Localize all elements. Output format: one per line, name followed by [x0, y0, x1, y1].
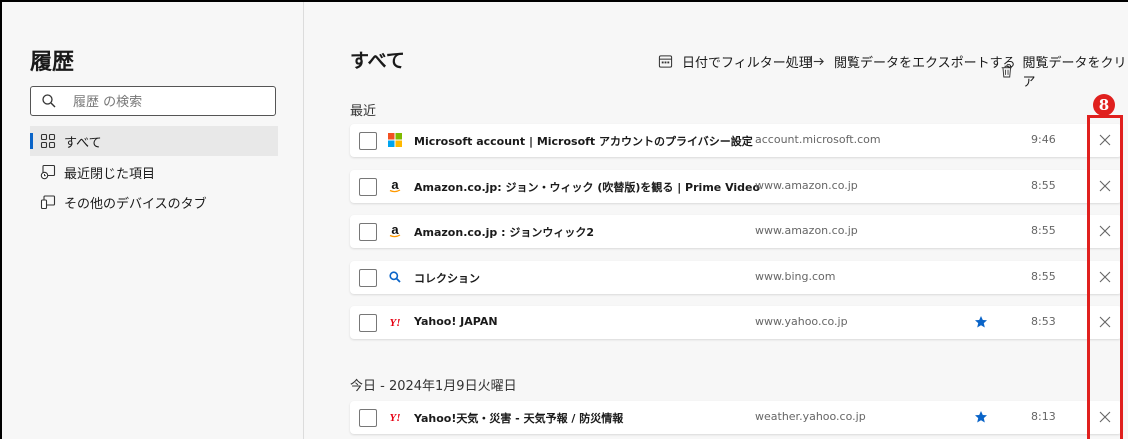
svg-text:Y!: Y! [390, 412, 401, 424]
grid-icon [40, 133, 56, 149]
sidebar-item-recently-closed[interactable]: 最近閉じた項目 [30, 157, 278, 187]
history-row[interactable]: a Amazon.co.jp : ジョンウィック2 www.amazon.co.… [350, 215, 1122, 248]
amazon-icon: a [389, 224, 401, 238]
row-domain: account.microsoft.com [755, 133, 881, 146]
devices-tabs-icon [40, 195, 56, 210]
section-label-recent: 最近 [350, 104, 377, 119]
sidebar-item-label: 最近閉じた項目 [64, 166, 156, 182]
filter-by-date-button[interactable]: 日付でフィルター処理 [658, 52, 812, 71]
clear-label: 閲覧データをクリア [1022, 56, 1127, 90]
row-checkbox[interactable] [359, 223, 377, 241]
sidebar-item-label: すべて [64, 135, 102, 151]
history-search-input[interactable] [71, 91, 270, 113]
filter-label: 日付でフィルター処理 [682, 56, 812, 71]
row-checkbox[interactable] [359, 314, 377, 332]
row-time: 9:46 [1031, 133, 1056, 146]
annotation-badge: 8 [1093, 94, 1115, 116]
history-row[interactable]: Y! Yahoo!天気・災害 - 天気予報 / 防災情報 weather.yah… [350, 401, 1122, 434]
clear-browsing-data-button[interactable]: 閲覧データをクリア [1000, 52, 1128, 90]
history-row[interactable]: Y! Yahoo! JAPAN www.yahoo.co.jp 8:53 [350, 306, 1122, 339]
row-time: 8:55 [1031, 270, 1056, 283]
row-time: 8:55 [1031, 179, 1056, 192]
row-title[interactable]: Yahoo! JAPAN [414, 315, 498, 328]
sidebar-item-other-devices[interactable]: その他のデバイスのタブ [30, 187, 278, 217]
favorite-star-icon [975, 411, 987, 423]
row-domain: weather.yahoo.co.jp [755, 410, 866, 423]
history-row[interactable]: Microsoft account | Microsoft アカウントのプライバ… [350, 124, 1122, 157]
row-title[interactable]: Yahoo!天気・災害 - 天気予報 / 防災情報 [414, 410, 623, 426]
delete-column-highlight [1087, 115, 1123, 439]
row-time: 8:13 [1031, 410, 1056, 423]
row-domain: www.bing.com [755, 270, 836, 283]
microsoft-icon [388, 133, 402, 147]
history-row[interactable]: a Amazon.co.jp: ジョン・ウィック (吹替版)を観る | Prim… [350, 170, 1122, 203]
row-checkbox[interactable] [359, 409, 377, 427]
svg-text:Y!: Y! [390, 317, 401, 329]
row-title[interactable]: コレクション [414, 270, 480, 286]
export-label: 閲覧データをエクスポートする [834, 56, 1016, 71]
yahoo-icon: Y! [390, 412, 401, 424]
row-title[interactable]: Amazon.co.jp: ジョン・ウィック (吹替版)を観る | Prime … [414, 179, 760, 195]
section-label-today: 今日 - 2024年1月9日火曜日 [350, 379, 517, 394]
history-search-box[interactable] [30, 86, 276, 116]
row-checkbox[interactable] [359, 178, 377, 196]
trash-icon [1001, 65, 1012, 77]
sidebar-title: 履歴 [30, 50, 75, 75]
yahoo-icon: Y! [390, 317, 401, 329]
favorite-star-icon [975, 316, 987, 328]
row-time: 8:53 [1031, 315, 1056, 328]
search-icon [42, 94, 56, 108]
sidebar-item-all[interactable]: すべて [30, 126, 278, 156]
page-title: すべて [350, 50, 405, 72]
export-history-button[interactable]: 閲覧データをエクスポートする [810, 52, 1016, 71]
row-domain: www.amazon.co.jp [755, 179, 858, 192]
row-time: 8:55 [1031, 224, 1056, 237]
recently-closed-icon [40, 164, 56, 180]
row-checkbox[interactable] [359, 132, 377, 150]
amazon-icon: a [389, 179, 401, 193]
svg-text:a: a [391, 224, 399, 237]
sidebar-item-label: その他のデバイスのタブ [64, 196, 207, 212]
row-domain: www.yahoo.co.jp [755, 315, 848, 328]
history-row[interactable]: コレクション www.bing.com 8:55 [350, 261, 1122, 294]
svg-text:a: a [391, 179, 399, 192]
row-title[interactable]: Amazon.co.jp : ジョンウィック2 [414, 224, 594, 240]
calendar-icon [658, 55, 673, 68]
active-indicator [30, 133, 33, 149]
row-title[interactable]: Microsoft account | Microsoft アカウントのプライバ… [414, 133, 753, 149]
row-checkbox[interactable] [359, 269, 377, 287]
export-icon [810, 55, 824, 68]
row-domain: www.amazon.co.jp [755, 224, 858, 237]
bing-search-icon [389, 271, 401, 283]
